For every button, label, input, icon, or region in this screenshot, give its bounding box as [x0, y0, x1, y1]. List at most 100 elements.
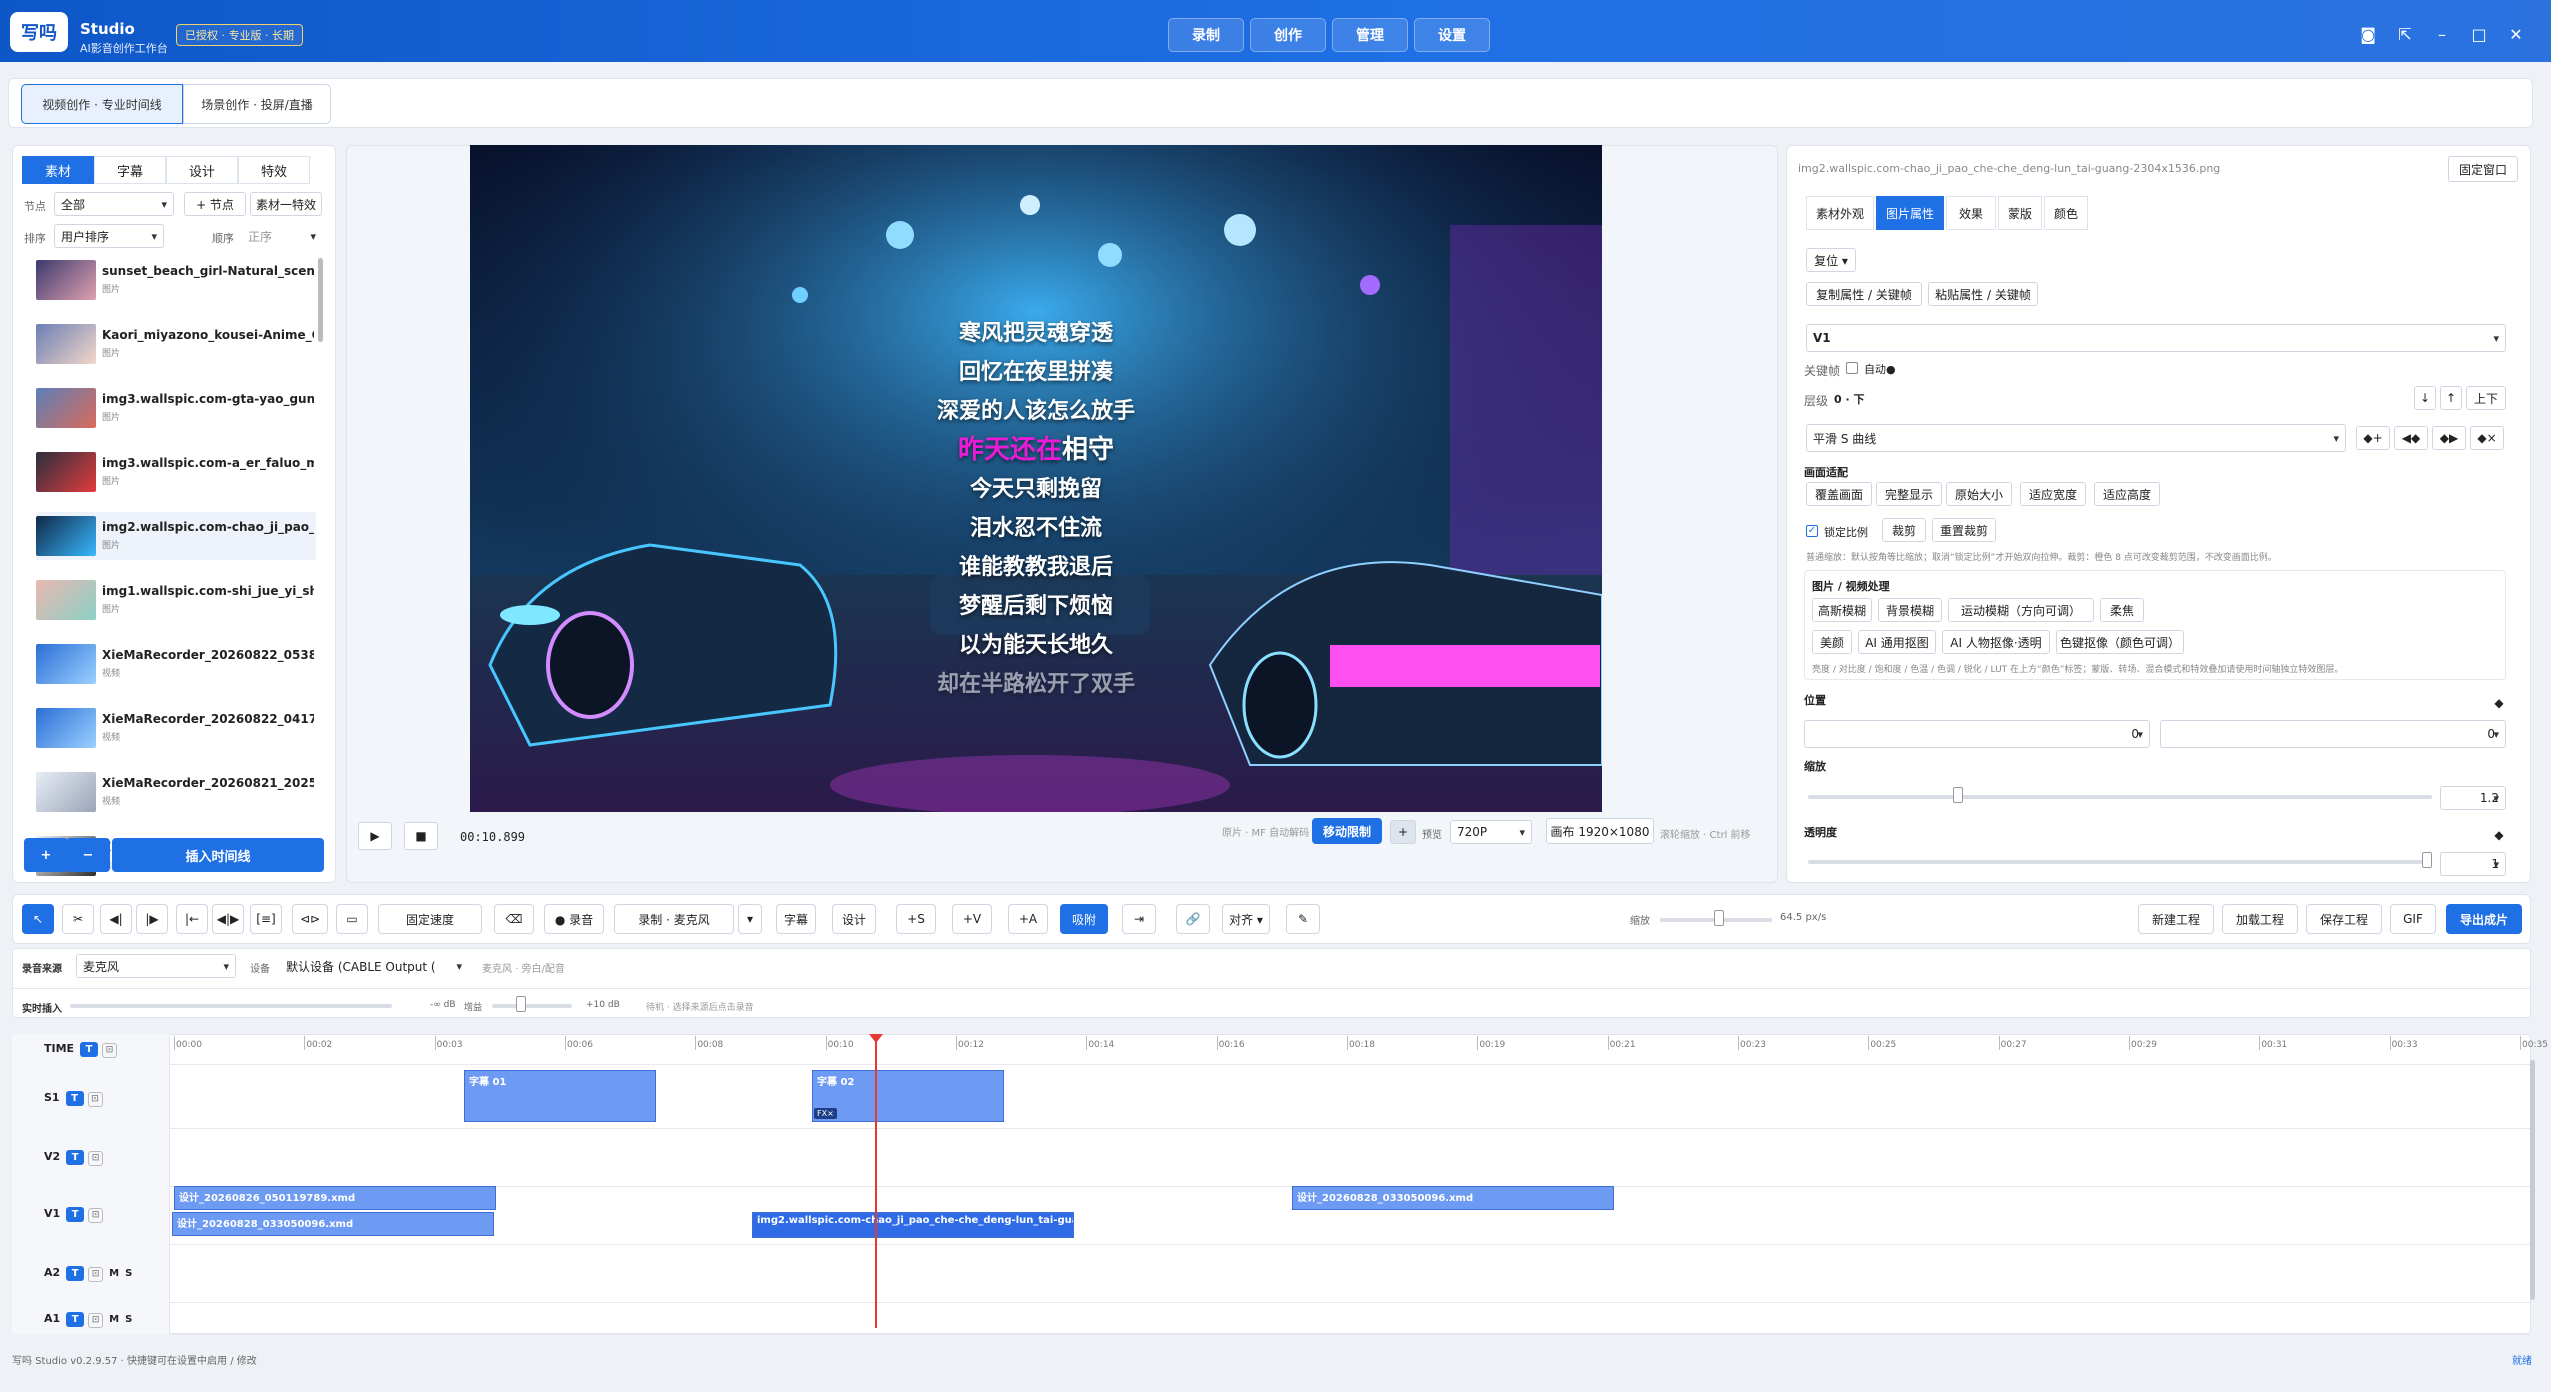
reset-crop-button[interactable]: 重置裁剪 — [1932, 518, 1996, 542]
nav-settings[interactable]: 设置 — [1414, 18, 1490, 52]
order-select[interactable]: 正序 — [242, 224, 322, 248]
v1-clip[interactable]: 设计_20260826_050119789.xmd — [174, 1186, 496, 1210]
fit-button[interactable]: 覆盖画面 — [1806, 482, 1872, 506]
canvas-size-button[interactable]: 画布 1920×1080 — [1546, 818, 1654, 844]
scale-input[interactable]: 1.2 — [2440, 786, 2506, 810]
timeline-scrollbar[interactable] — [2530, 1060, 2535, 1300]
record-audio-button[interactable]: ● 录音 — [544, 904, 604, 934]
kf-delete-button[interactable]: ◆× — [2470, 426, 2504, 450]
auto-checkbox[interactable] — [1846, 362, 1858, 374]
minimize-icon[interactable]: – — [2430, 22, 2454, 46]
nav-record[interactable]: 录制 — [1168, 18, 1244, 52]
record-mic-button[interactable]: 录制 · 麦克风 — [614, 904, 734, 934]
track-lock-icon[interactable]: ⊡ — [88, 1151, 104, 1166]
stop-button[interactable]: ■ — [404, 822, 438, 850]
track-toggle-icon[interactable]: T — [66, 1150, 85, 1165]
scale-slider-track[interactable] — [1808, 795, 2432, 799]
opacity-kf-icon[interactable]: ◆ — [2490, 826, 2508, 844]
mute-icon[interactable]: M — [109, 1314, 119, 1325]
opacity-input[interactable]: 1 — [2440, 852, 2506, 876]
zoom-slider-knob[interactable] — [1714, 910, 1724, 926]
layer-down-button[interactable]: ↓ — [2414, 386, 2436, 410]
media-item[interactable]: sunset_beach_girl-Natural_scenery_ 图片 — [36, 256, 316, 304]
reset-button[interactable]: 复位 ▾ — [1806, 248, 1856, 272]
fit-button[interactable]: 完整显示 — [1876, 482, 1942, 506]
solo-icon[interactable]: S — [125, 1314, 132, 1325]
scale-slider-knob[interactable] — [1952, 787, 1963, 803]
play-button[interactable]: ▶ — [358, 822, 392, 850]
nav-create[interactable]: 创作 — [1250, 18, 1326, 52]
processing-button[interactable]: AI 人物抠像·透明 — [1942, 630, 2050, 654]
prop-tab[interactable]: 图片属性 — [1876, 196, 1944, 230]
v1-clip[interactable]: 设计_20260828_033050096.xmd — [1292, 1186, 1614, 1210]
track-toggle-icon[interactable]: T — [65, 1091, 84, 1106]
track-lock-icon[interactable]: ⊡ — [88, 1313, 104, 1328]
tab-design[interactable]: 设计 — [166, 156, 238, 184]
fit-button[interactable]: 原始大小 — [1946, 482, 2012, 506]
eraser-icon[interactable]: ⌫ — [494, 904, 534, 934]
media-item[interactable]: XieMaRecorder_20260822_041750.r 视频 — [36, 704, 316, 752]
crop-button[interactable]: 裁剪 — [1882, 518, 1926, 542]
snap-button[interactable]: 吸附 — [1060, 904, 1108, 934]
media-item[interactable]: XieMaRecorder_20260822_053835.r 视频 — [36, 640, 316, 688]
processing-button[interactable]: 柔焦 — [2100, 598, 2144, 622]
track-toggle-icon[interactable]: T — [66, 1266, 85, 1281]
add-v-button[interactable]: +V — [952, 904, 992, 934]
select-tool-icon[interactable]: ↖ — [22, 904, 54, 934]
insert-timeline-button[interactable]: 插入时间线 — [112, 838, 324, 872]
track-lock-icon[interactable]: ⊡ — [88, 1208, 104, 1223]
remove-media-button[interactable]: − — [66, 838, 110, 872]
load-project-button[interactable]: 加载工程 — [2222, 904, 2298, 934]
camera-icon[interactable]: ◙ — [2356, 22, 2380, 46]
link-icon[interactable]: 🔗 — [1176, 904, 1210, 934]
v1-image-clip[interactable]: img2.wallspic.com-chao_ji_pao_che-che_de… — [752, 1212, 1074, 1238]
tab-media[interactable]: 素材 — [22, 156, 94, 184]
lock-ratio-checkbox[interactable]: ✓ — [1806, 525, 1818, 537]
nav-manage[interactable]: 管理 — [1332, 18, 1408, 52]
save-project-button[interactable]: 保存工程 — [2306, 904, 2382, 934]
pin-window-button[interactable]: 固定窗口 — [2448, 156, 2518, 182]
mute-icon[interactable]: M — [109, 1268, 119, 1279]
crosshair-icon[interactable]: + — [1390, 820, 1416, 844]
track-lock-icon[interactable]: ⊡ — [88, 1267, 104, 1282]
record-source-select[interactable]: 麦克风 — [76, 954, 236, 978]
processing-button[interactable]: 背景模糊 — [1878, 598, 1942, 622]
tab-subtitle[interactable]: 字幕 — [94, 156, 166, 184]
subtitle-button[interactable]: 字幕 — [776, 904, 816, 934]
next-frame-icon[interactable]: |▶ — [136, 904, 168, 934]
split-icon[interactable]: ◀|▶ — [212, 904, 244, 934]
prop-tab[interactable]: 蒙版 — [1998, 196, 2042, 230]
gain-slider-knob[interactable] — [516, 996, 526, 1012]
kf-add-button[interactable]: ◆+ — [2356, 426, 2390, 450]
ripple-icon[interactable]: ⊲⊳ — [292, 904, 328, 934]
processing-button[interactable]: 运动模糊（方向可调） — [1948, 598, 2094, 622]
track-lock-icon[interactable]: ⊡ — [102, 1043, 118, 1058]
processing-button[interactable]: 高斯模糊 — [1812, 598, 1872, 622]
gain-slider-track[interactable] — [492, 1004, 572, 1008]
paste-props-button[interactable]: 粘贴属性 / 关键帧 — [1928, 282, 2038, 306]
sort-select[interactable]: 用户排序 — [54, 224, 164, 248]
add-s-button[interactable]: +S — [896, 904, 936, 934]
fx-badge[interactable]: FX× — [814, 1108, 837, 1119]
brush-icon[interactable]: ✎ — [1286, 904, 1320, 934]
record-dropdown-icon[interactable]: ▾ — [738, 904, 762, 934]
quality-select[interactable]: 720P — [1450, 820, 1532, 844]
arrow-right-icon[interactable]: ⇥ — [1122, 904, 1156, 934]
add-node-button[interactable]: + 节点 — [184, 192, 246, 216]
device-select[interactable]: 默认设备 (CABLE Output ( — [280, 954, 468, 978]
prop-tab[interactable]: 效果 — [1946, 196, 1996, 230]
track-select[interactable]: V1 — [1806, 324, 2506, 352]
playhead[interactable] — [875, 1036, 877, 1328]
opacity-slider-track[interactable] — [1808, 860, 2432, 864]
mode-tab-video[interactable]: 视频创作 · 专业时间线 — [21, 84, 183, 124]
add-media-button[interactable]: + — [24, 838, 68, 872]
opacity-slider-knob[interactable] — [2422, 852, 2432, 868]
add-a-button[interactable]: +A — [1008, 904, 1048, 934]
processing-button[interactable]: 美颜 — [1812, 630, 1852, 654]
design-button[interactable]: 设计 — [832, 904, 876, 934]
new-project-button[interactable]: 新建工程 — [2138, 904, 2214, 934]
maximize-icon[interactable]: □ — [2467, 22, 2491, 46]
layer-updown-button[interactable]: 上下 — [2466, 386, 2506, 410]
pin-icon[interactable]: ⇱ — [2393, 22, 2417, 46]
media-item[interactable]: img2.wallspic.com-chao_ji_pao_che 图片 — [36, 512, 316, 560]
